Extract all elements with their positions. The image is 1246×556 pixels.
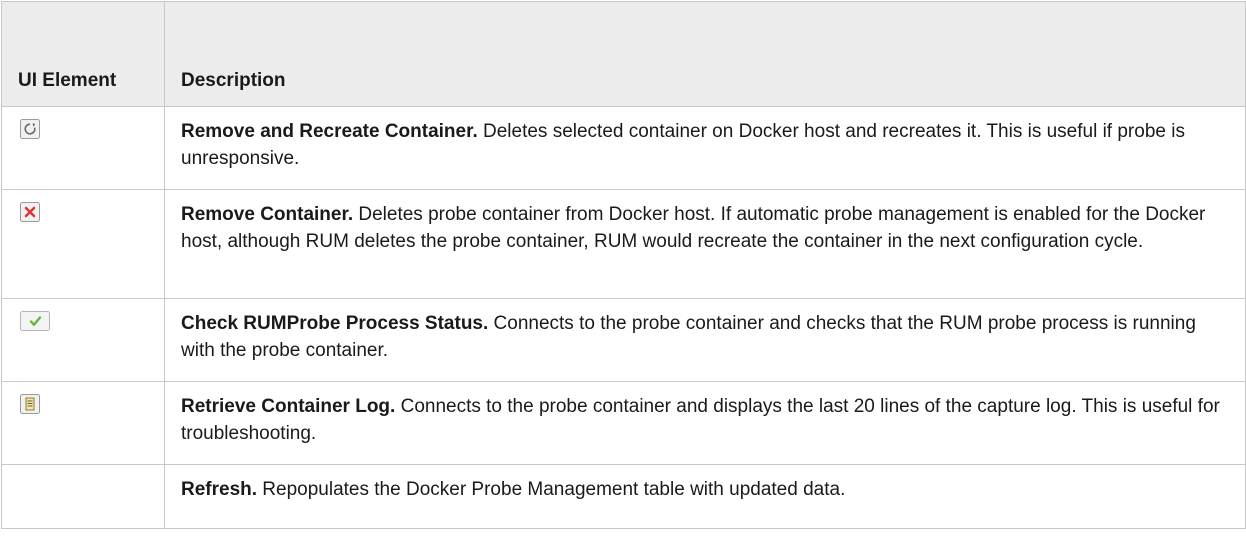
description-title: Check RUMProbe Process Status.	[181, 313, 489, 334]
log-icon	[20, 394, 40, 414]
description-title: Remove Container.	[181, 204, 354, 225]
header-ui-element: UI Element	[1, 1, 165, 107]
table-row: Retrieve Container Log. Connects to the …	[1, 381, 1246, 465]
ui-element-cell	[1, 106, 165, 190]
remove-icon	[20, 202, 40, 222]
description-cell: Retrieve Container Log. Connects to the …	[164, 381, 1246, 465]
recreate-icon	[20, 119, 40, 139]
ui-element-cell	[1, 464, 165, 529]
description-cell: Remove and Recreate Container. Deletes s…	[164, 106, 1246, 190]
table-row: Check RUMProbe Process Status. Connects …	[1, 298, 1246, 382]
ui-element-table: UI Element Description Remove and Recrea…	[1, 1, 1246, 529]
header-row: UI Element Description	[1, 1, 1246, 107]
ui-element-cell	[1, 298, 165, 382]
ui-element-cell	[1, 381, 165, 465]
description-title: Retrieve Container Log.	[181, 396, 396, 417]
table-row: Remove and Recreate Container. Deletes s…	[1, 106, 1246, 190]
description-title: Refresh.	[181, 479, 258, 500]
description-cell: Check RUMProbe Process Status. Connects …	[164, 298, 1246, 382]
description-text: Repopulates the Docker Probe Management …	[257, 479, 846, 500]
table-header: UI Element Description	[1, 1, 1246, 107]
table-row: Remove Container. Deletes probe containe…	[1, 189, 1246, 299]
ui-element-cell	[1, 189, 165, 299]
description-title: Remove and Recreate Container.	[181, 121, 478, 142]
description-cell: Remove Container. Deletes probe containe…	[164, 189, 1246, 299]
description-cell: Refresh. Repopulates the Docker Probe Ma…	[164, 464, 1246, 529]
table-row: Refresh. Repopulates the Docker Probe Ma…	[1, 464, 1246, 529]
header-description: Description	[164, 1, 1246, 107]
check-status-icon	[20, 311, 50, 331]
